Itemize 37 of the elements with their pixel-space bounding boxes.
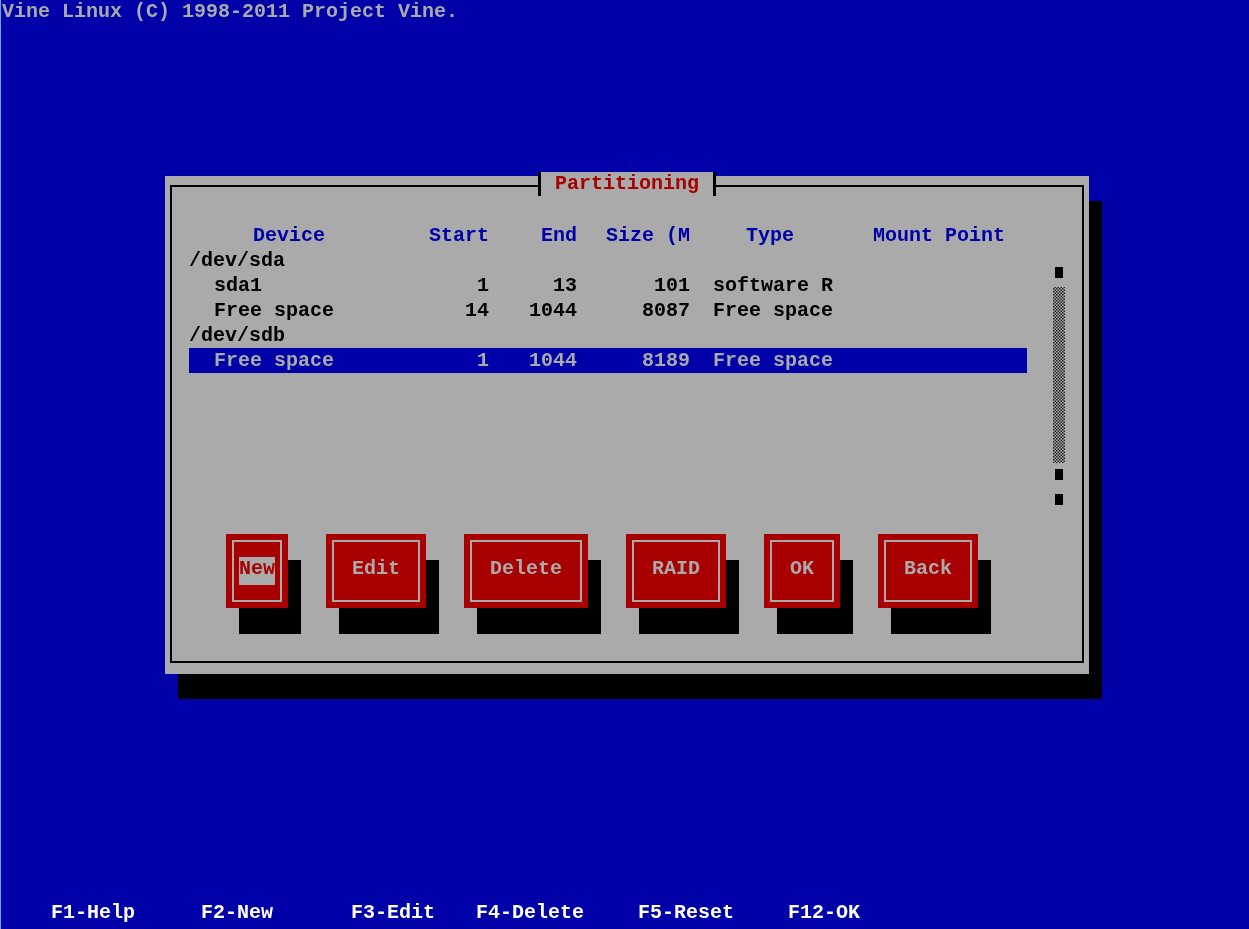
disk-name: /dev/sdb <box>189 323 286 348</box>
hotkey-hint: F4-Delete <box>476 901 586 925</box>
column-header: Mount Point <box>871 223 1005 248</box>
hotkey-hint: F12-OK <box>788 901 861 925</box>
disk-name: /dev/sda <box>189 248 286 273</box>
column-header: Start <box>428 223 489 248</box>
type-cell-text: Free space <box>712 348 835 373</box>
column-header: Type <box>745 223 795 248</box>
disk-row[interactable]: /dev/sda <box>189 248 1027 273</box>
hotkey-hint: F1-Help <box>51 901 136 925</box>
hotkey-hint: F5-Reset <box>638 901 735 925</box>
end-cell-text: 1044 <box>528 298 577 323</box>
column-header: Device <box>252 223 326 248</box>
hotkey-hint: F2-New <box>201 901 274 925</box>
partition-device: sda1 <box>213 273 263 298</box>
size-cell-text: 8189 <box>641 348 690 373</box>
size-cell-text: 101 <box>653 273 690 298</box>
partition-row[interactable]: Free space 1 1044 8189 Free space <box>189 348 1027 373</box>
partition-device: Free space <box>213 348 336 373</box>
start-cell-text: 1 <box>476 273 489 298</box>
column-header: Size (M <box>605 223 690 248</box>
partition-device: Free space <box>213 298 336 323</box>
scrollbar-drawing[interactable] <box>1053 267 1065 507</box>
end-cell-text: 1044 <box>528 348 577 373</box>
type-cell-text: Free space <box>712 298 835 323</box>
end-cell-text: 13 <box>552 273 577 298</box>
size-cell-text: 8087 <box>641 298 690 323</box>
start-cell-text: 14 <box>464 298 489 323</box>
column-header: End <box>540 223 577 248</box>
hotkey-hint: F3-Edit <box>351 901 436 925</box>
copyright-text: Vine Linux (C) 1998-2011 Project Vine. <box>1 0 459 24</box>
start-cell-text: 1 <box>476 348 489 373</box>
disk-row[interactable]: /dev/sdb <box>189 323 1027 348</box>
type-cell-text: software R <box>712 273 835 298</box>
dialog-title: Partitioning <box>538 172 716 196</box>
partition-row[interactable]: sda1 1 13 101 software R <box>189 273 1027 298</box>
partition-row[interactable]: Free space 14 1044 8087 Free space <box>189 298 1027 323</box>
